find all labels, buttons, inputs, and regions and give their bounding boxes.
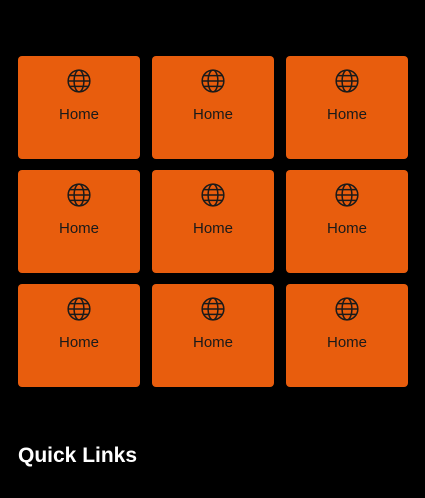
tile-label: Home — [326, 334, 367, 351]
globe-icon — [200, 68, 226, 94]
globe-icon — [200, 182, 226, 208]
tile-label: Home — [192, 334, 233, 351]
tile-home-6[interactable]: Home — [286, 170, 408, 273]
globe-icon — [334, 296, 360, 322]
tile-home-8[interactable]: Home — [152, 284, 274, 387]
tile-grid: Home Home Home Home Home Home Home Home … — [18, 56, 408, 387]
tile-home-3[interactable]: Home — [286, 56, 408, 159]
globe-icon — [334, 182, 360, 208]
tile-label: Home — [192, 220, 233, 237]
globe-icon — [66, 182, 92, 208]
tile-home-4[interactable]: Home — [18, 170, 140, 273]
globe-icon — [66, 68, 92, 94]
globe-icon — [200, 296, 226, 322]
tile-label: Home — [192, 106, 233, 123]
tile-label: Home — [58, 334, 99, 351]
tile-label: Home — [326, 106, 367, 123]
tile-home-1[interactable]: Home — [18, 56, 140, 159]
tile-home-7[interactable]: Home — [18, 284, 140, 387]
tile-home-2[interactable]: Home — [152, 56, 274, 159]
tile-home-5[interactable]: Home — [152, 170, 274, 273]
globe-icon — [66, 296, 92, 322]
globe-icon — [334, 68, 360, 94]
tile-label: Home — [326, 220, 367, 237]
section-title: Quick Links — [18, 444, 138, 467]
tile-label: Home — [58, 220, 99, 237]
tile-home-9[interactable]: Home — [286, 284, 408, 387]
tile-label: Home — [58, 106, 99, 123]
